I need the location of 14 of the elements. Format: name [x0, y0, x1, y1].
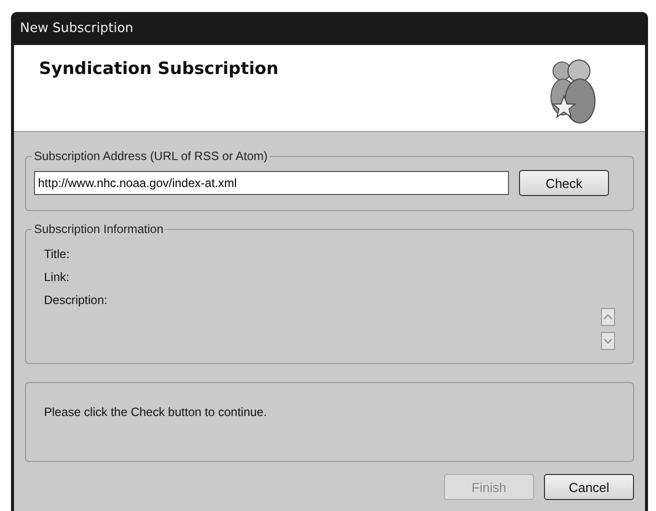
url-field[interactable]: http://www.nhc.noaa.gov/index-at.xml: [34, 171, 509, 195]
people-star-icon: [549, 59, 597, 125]
header-title: Syndication Subscription: [39, 59, 278, 81]
scroll-up-icon[interactable]: [601, 308, 615, 326]
group-legend: Subscription Information: [32, 222, 166, 236]
scroll-down-icon[interactable]: [601, 332, 615, 350]
cancel-button[interactable]: Cancel: [544, 474, 634, 500]
field-label: Link:: [44, 270, 70, 284]
field-label: Description:: [44, 293, 108, 307]
status-message: Please click the Check button to continue.: [44, 405, 267, 419]
window-title: New Subscription: [20, 21, 134, 36]
field-label: Title:: [44, 247, 70, 261]
check-button[interactable]: Check: [519, 170, 609, 196]
group-legend: Subscription Address (URL of RSS or Atom): [32, 149, 270, 163]
